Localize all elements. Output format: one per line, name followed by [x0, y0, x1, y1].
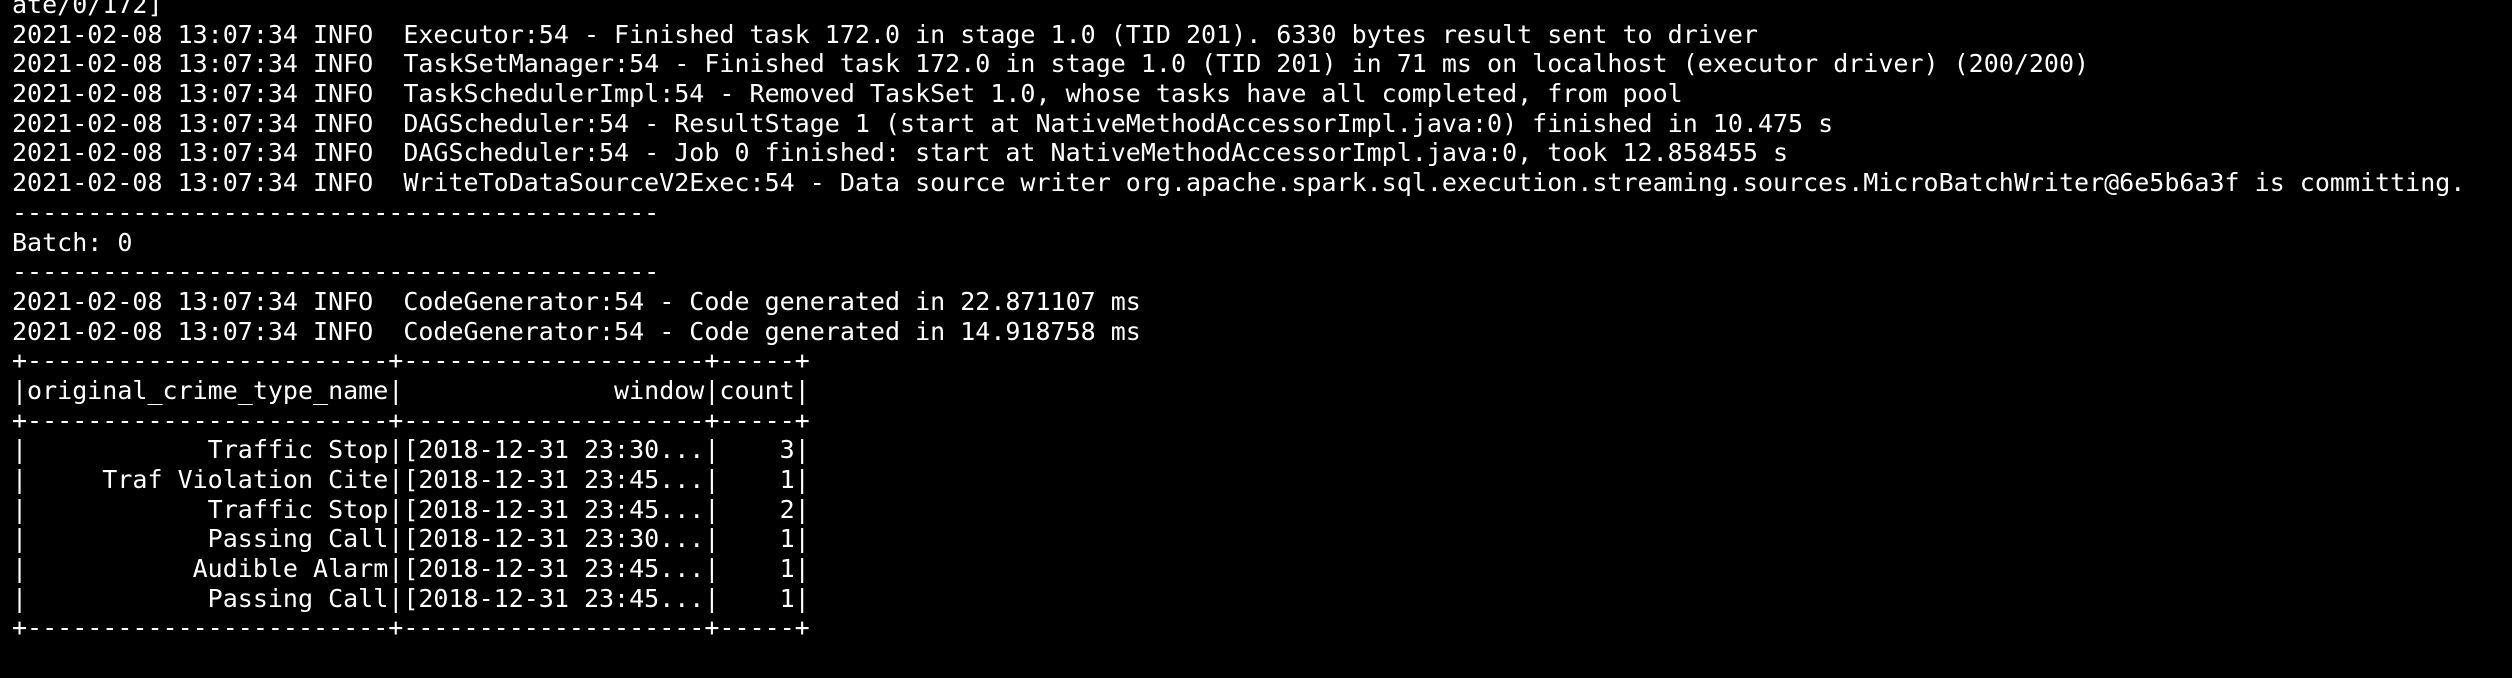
table-border: +------------------------+--------------…: [12, 613, 810, 643]
table-header: |original_crime_type_name| window|count|: [12, 375, 810, 405]
batch-separator: ----------------------------------------…: [12, 257, 660, 287]
batch-separator: ----------------------------------------…: [12, 197, 660, 227]
table-row: | Passing Call|[2018-12-31 23:45...| 1|: [12, 583, 810, 613]
batch-label: Batch: 0: [12, 227, 133, 257]
terminal-output[interactable]: ate/0/172] 2021-02-08 13:07:34 INFO Exec…: [0, 0, 2512, 678]
log-line: 2021-02-08 13:07:34 INFO DAGScheduler:54…: [12, 108, 1834, 138]
table-border: +------------------------+--------------…: [12, 405, 810, 435]
table-row: | Audible Alarm|[2018-12-31 23:45...| 1|: [12, 554, 810, 584]
log-line: 2021-02-08 13:07:34 INFO CodeGenerator:5…: [12, 316, 1141, 346]
log-line: 2021-02-08 13:07:34 INFO DAGScheduler:54…: [12, 138, 1789, 168]
log-line: 2021-02-08 13:07:34 INFO WriteToDataSour…: [12, 168, 2466, 198]
table-row: | Traffic Stop|[2018-12-31 23:30...| 3|: [12, 435, 810, 465]
log-line: ate/0/172]: [12, 0, 163, 19]
log-line: 2021-02-08 13:07:34 INFO CodeGenerator:5…: [12, 286, 1141, 316]
table-border: +------------------------+--------------…: [12, 346, 810, 376]
log-line: 2021-02-08 13:07:34 INFO Executor:54 - F…: [12, 19, 1758, 49]
table-row: | Traf Violation Cite|[2018-12-31 23:45.…: [12, 465, 810, 494]
log-line: 2021-02-08 13:07:34 INFO TaskSchedulerIm…: [12, 79, 1683, 109]
table-row: | Traffic Stop|[2018-12-31 23:45...| 2|: [12, 494, 810, 524]
table-row: | Passing Call|[2018-12-31 23:30...| 1|: [12, 524, 810, 554]
log-line: 2021-02-08 13:07:34 INFO TaskSetManager:…: [12, 49, 2090, 79]
